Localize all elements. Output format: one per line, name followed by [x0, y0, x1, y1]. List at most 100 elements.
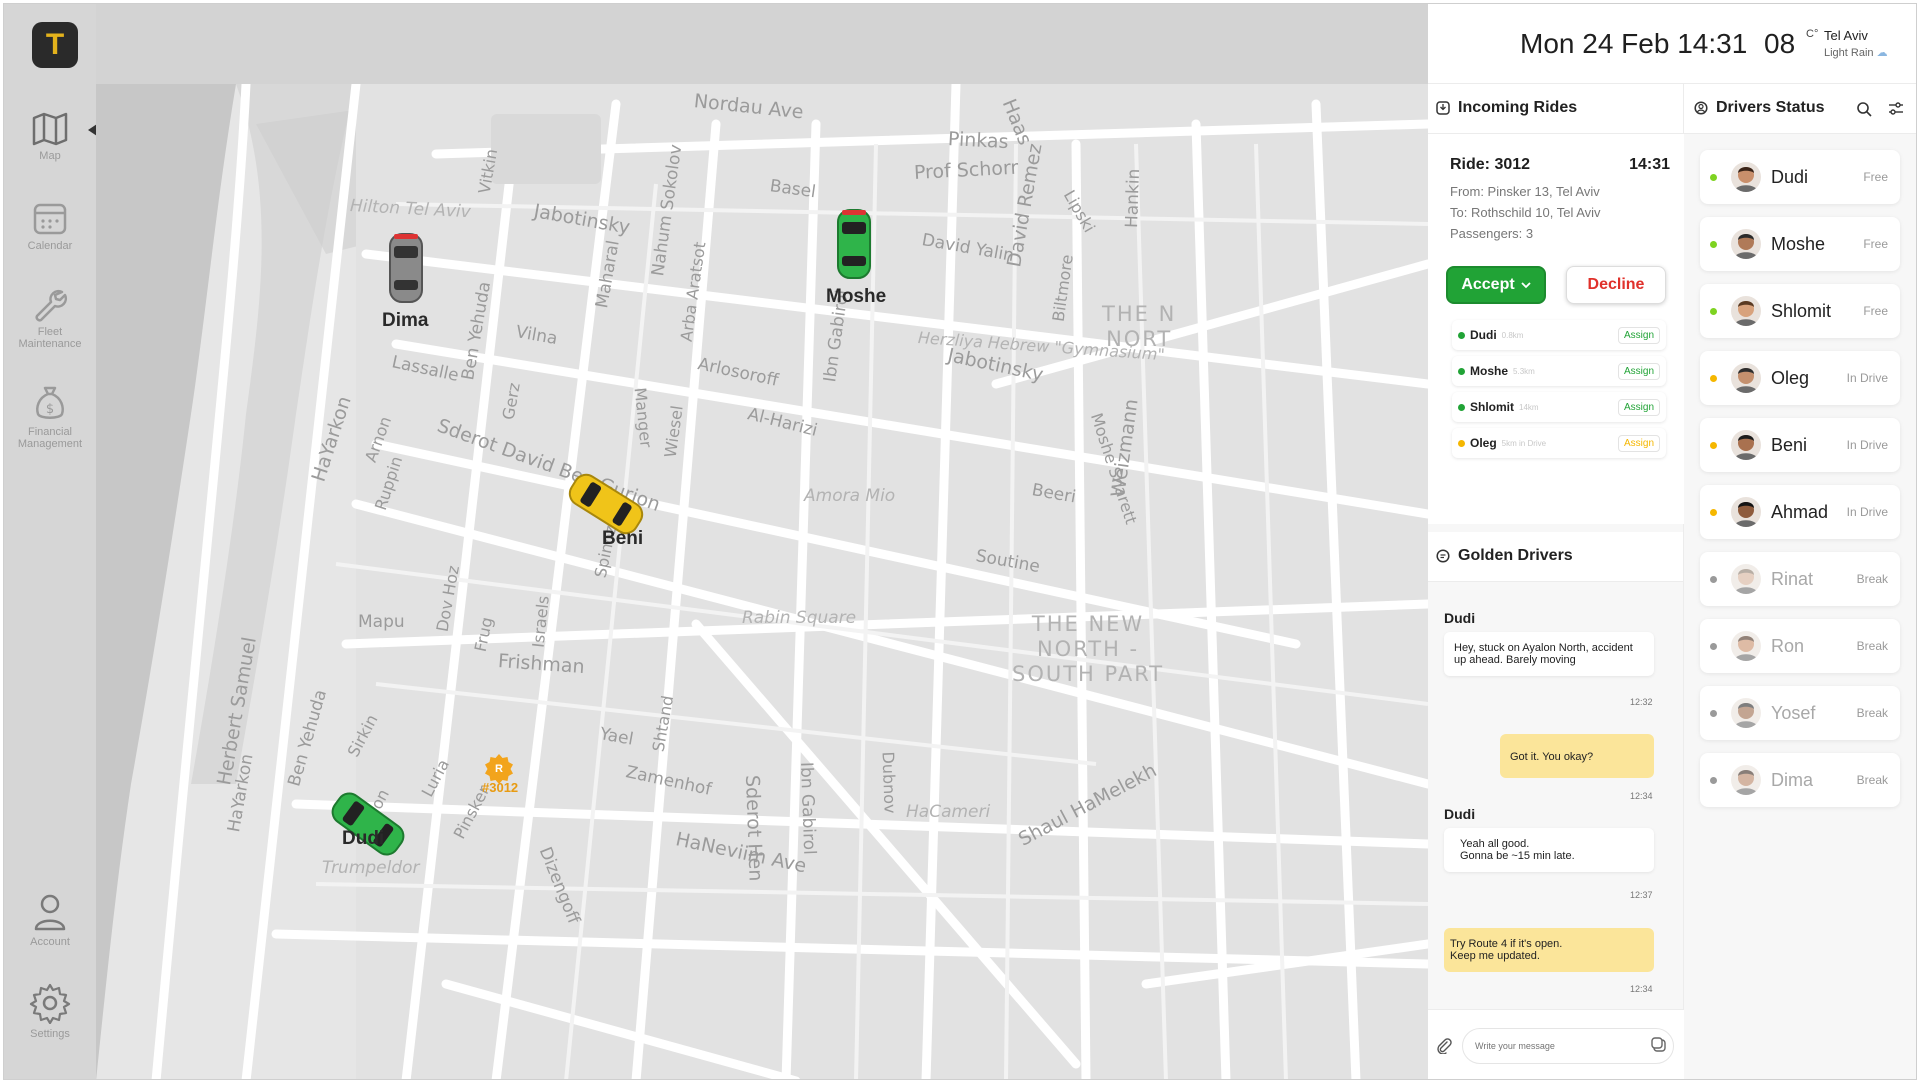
sidebar-label: Fleet Maintenance	[18, 326, 82, 350]
assign-driver-distance: 5.3km	[1513, 366, 1535, 376]
gear-icon	[29, 983, 71, 1024]
city-map[interactable]: Nordau Ave Pinkas Prof Schorr Haas Hilto…	[96, 84, 1428, 1079]
driver-card[interactable]: Dima Break	[1700, 753, 1900, 807]
message-sender: Dudi	[1444, 610, 1476, 626]
avatar	[1731, 363, 1761, 393]
right-panel: Mon 24 Feb 14:31 08 C° Tel Aviv Light Ra…	[1428, 4, 1916, 1079]
street-label: Amora Mio	[804, 486, 896, 506]
decline-button[interactable]: Decline	[1566, 266, 1666, 304]
status-dot	[1710, 240, 1717, 248]
user-icon	[34, 894, 66, 931]
sidebar-label: Settings	[30, 1028, 70, 1040]
area-label: THE N NORT	[1102, 302, 1177, 351]
avatar	[1731, 564, 1761, 594]
street-label: Trumpeldor	[322, 858, 420, 878]
status-dot	[1458, 439, 1465, 447]
street-label: Hankin	[1122, 168, 1145, 229]
message-bubble-incoming: Yeah all good. Gonna be ~15 min late.	[1444, 828, 1654, 872]
assign-driver-distance: 0.8km	[1501, 330, 1524, 340]
driver-card[interactable]: Oleg In Drive	[1700, 351, 1900, 405]
driver-status: Break	[1856, 706, 1888, 720]
rain-icon: ☁	[1876, 47, 1888, 59]
status-dot	[1710, 307, 1717, 315]
car-label-beni: Beni	[602, 528, 644, 549]
sidebar-item-account[interactable]: Account	[4, 892, 96, 948]
assign-row: Oleg 5km in Drive Assign	[1452, 428, 1666, 458]
paperclip-icon[interactable]	[1436, 1038, 1452, 1054]
incoming-rides-title: Incoming Rides	[1436, 99, 1577, 117]
driver-card[interactable]: Rinat Break	[1700, 552, 1900, 606]
avatar	[1731, 229, 1761, 259]
driver-card[interactable]: Moshe Free	[1700, 217, 1900, 271]
car-marker-dima[interactable]	[386, 232, 426, 304]
drivers-status-header: Drivers Status	[1684, 84, 1916, 134]
avatar	[1731, 765, 1761, 795]
assign-button[interactable]: Assign	[1617, 434, 1660, 452]
assign-driver-distance: 5km in Drive	[1501, 438, 1547, 448]
status-dot	[1458, 331, 1465, 339]
drivers-status-title: Drivers Status	[1694, 99, 1825, 117]
sidebar-item-financial-management[interactable]: $ Financial Management	[4, 384, 96, 450]
golden-drivers-title: Golden Drivers	[1436, 547, 1573, 565]
driver-card[interactable]: Yosef Break	[1700, 686, 1900, 740]
driver-status: In Drive	[1846, 371, 1888, 385]
sidebar-item-settings[interactable]: Settings	[4, 982, 96, 1040]
sidebar-label: Account	[30, 936, 70, 948]
ride-from: From: Pinsker 13, Tel Aviv	[1450, 184, 1600, 199]
status-dot	[1710, 441, 1717, 449]
driver-status: Free	[1863, 237, 1888, 251]
driver-name: Beni	[1771, 434, 1808, 455]
app-window: T Map Calendar Fleet Maintenance $ Finan…	[3, 3, 1917, 1080]
map-area: T Map Calendar Fleet Maintenance $ Finan…	[4, 4, 1428, 1079]
driver-card[interactable]: Ron Break	[1700, 619, 1900, 673]
inbox-icon	[1436, 101, 1450, 115]
avatar	[1731, 162, 1761, 192]
ride-pin-label: #3012	[482, 780, 519, 795]
status-dot	[1458, 403, 1465, 411]
driver-name: Ron	[1771, 635, 1805, 656]
avatar	[1731, 631, 1761, 661]
sidebar-item-fleet-maintenance[interactable]: Fleet Maintenance	[4, 286, 96, 350]
message-time: 12:32	[1630, 697, 1653, 707]
status-dot	[1710, 575, 1717, 583]
app-logo[interactable]: T	[32, 22, 78, 68]
ride-pin-letter: R	[495, 763, 503, 775]
ride-pin-icon[interactable]: R	[484, 753, 514, 783]
map-icon	[32, 112, 68, 146]
driver-card[interactable]: Ahmad In Drive	[1700, 485, 1900, 539]
driver-name: Shlomit	[1771, 300, 1832, 321]
assign-button[interactable]: Assign	[1617, 326, 1660, 344]
decline-label: Decline	[1587, 276, 1645, 293]
assign-driver-name: Moshe	[1470, 364, 1509, 378]
driver-card[interactable]: Dudi Free	[1700, 150, 1900, 204]
send-icon[interactable]	[1650, 1036, 1668, 1054]
temperature-unit: C°	[1806, 28, 1819, 40]
incoming-rides-header: Incoming Rides	[1428, 84, 1683, 134]
status-dot	[1710, 374, 1717, 382]
driver-card[interactable]: Shlomit Free	[1700, 284, 1900, 338]
driver-status: Free	[1863, 304, 1888, 318]
driver-status: Break	[1856, 639, 1888, 653]
sidebar-item-map[interactable]: Map	[4, 112, 96, 162]
assign-button[interactable]: Assign	[1617, 362, 1660, 380]
assign-driver-name: Shlomit	[1470, 400, 1514, 414]
accept-button[interactable]: Accept	[1446, 266, 1546, 304]
sidebar-item-calendar[interactable]: Calendar	[4, 200, 96, 252]
driver-name: Oleg	[1771, 367, 1810, 388]
street-label: Rabin Square	[742, 608, 857, 628]
driver-card[interactable]: Beni In Drive	[1700, 418, 1900, 472]
search-icon[interactable]	[1856, 101, 1872, 117]
user-circle-icon	[1694, 101, 1708, 115]
assign-button[interactable]: Assign	[1617, 398, 1660, 416]
driver-name: Yosef	[1771, 702, 1816, 723]
car-marker-moshe[interactable]	[834, 208, 874, 280]
status-dot	[1710, 776, 1717, 784]
chat-message-input[interactable]	[1462, 1028, 1674, 1064]
driver-status: In Drive	[1846, 438, 1888, 452]
message-bubble-outgoing: Try Route 4 if it's open. Keep me update…	[1444, 928, 1654, 972]
incoming-rides-column: Incoming Rides Ride: 3012 14:31 From: Pi…	[1428, 84, 1684, 1079]
driver-status: Free	[1863, 170, 1888, 184]
filter-icon[interactable]	[1888, 101, 1904, 117]
calendar-icon	[33, 203, 67, 235]
street-label: Dubnov	[878, 751, 900, 814]
